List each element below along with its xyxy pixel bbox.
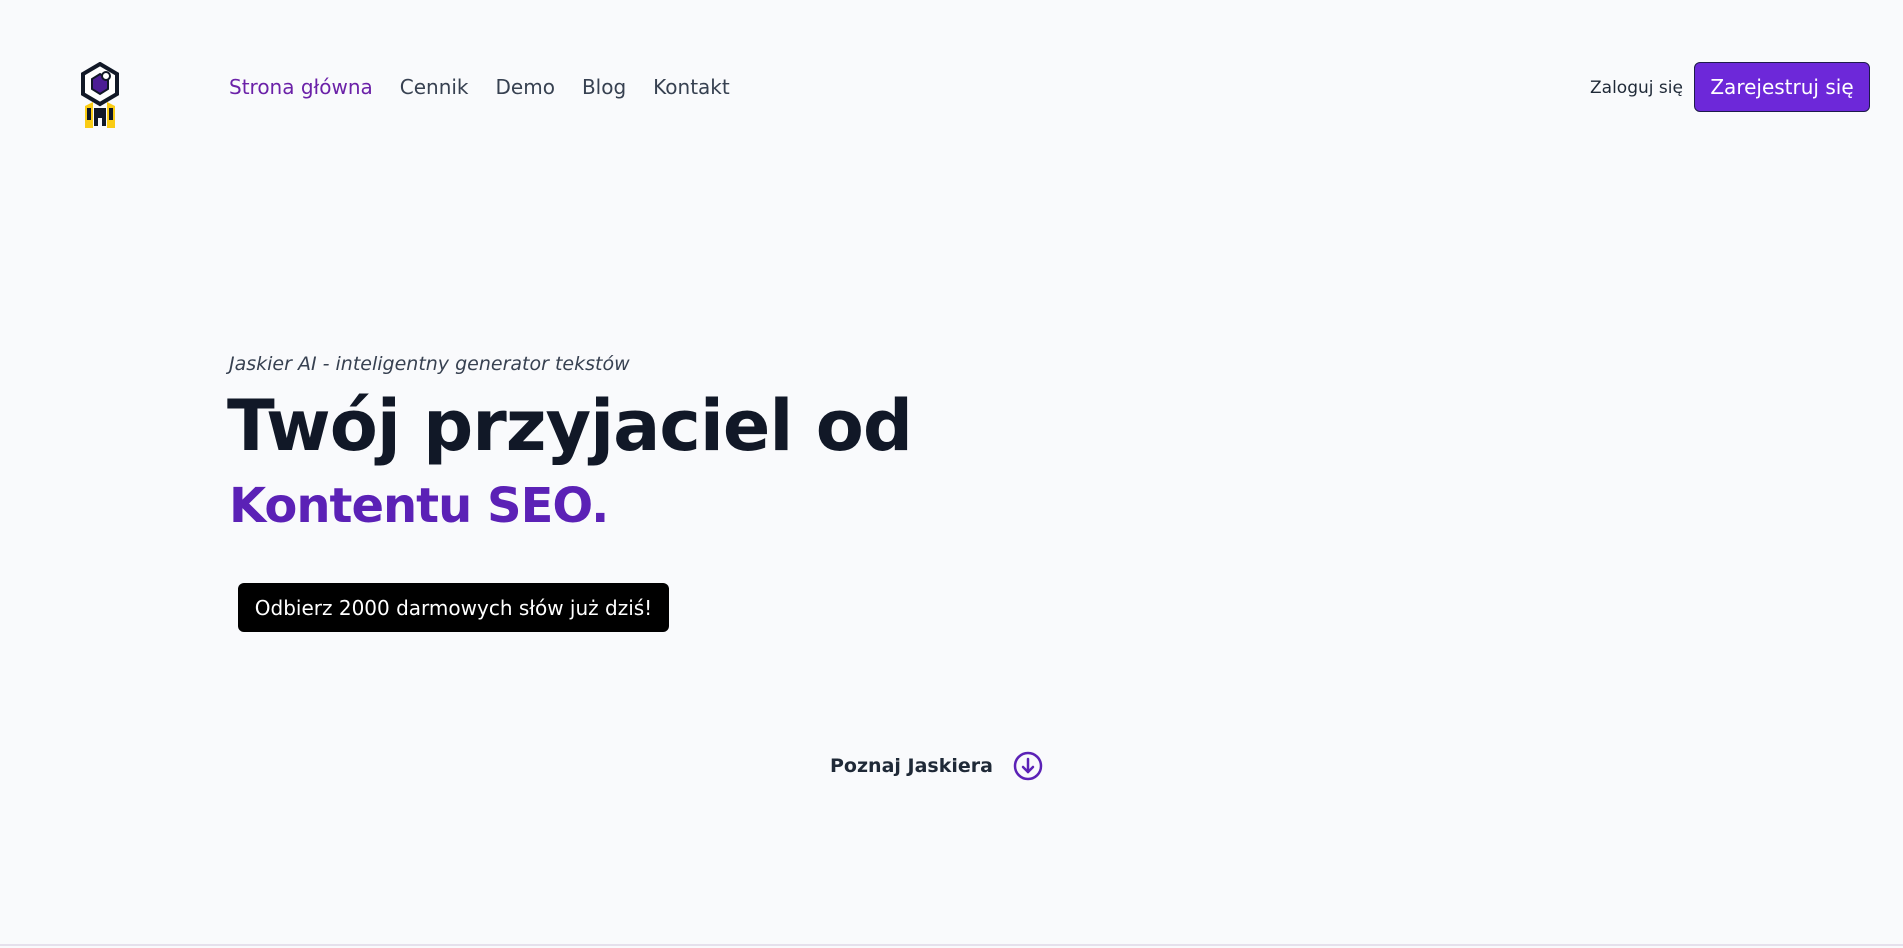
learn-more-link[interactable]: Poznaj Jaskiera bbox=[830, 751, 1043, 781]
nav-item-blog[interactable]: Blog bbox=[582, 74, 626, 100]
nav-item-contact[interactable]: Kontakt bbox=[653, 74, 730, 100]
learn-more-label: Poznaj Jaskiera bbox=[830, 755, 993, 777]
landing-page: Strona główna Cennik Demo Blog Kontakt Z… bbox=[0, 0, 1903, 948]
arrow-down-circle-icon bbox=[1013, 751, 1043, 781]
bottom-divider bbox=[0, 944, 1903, 946]
hero-headline-accent: Kontentu SEO. bbox=[229, 478, 609, 534]
hero-tagline: Jaskier AI - inteligentny generator teks… bbox=[229, 353, 630, 375]
login-link[interactable]: Zaloguj się bbox=[1590, 77, 1683, 99]
main-nav: Strona główna Cennik Demo Blog Kontakt bbox=[229, 74, 757, 100]
register-button[interactable]: Zarejestruj się bbox=[1694, 62, 1870, 112]
free-words-cta-button[interactable]: Odbierz 2000 darmowych słów już dziś! bbox=[238, 583, 669, 632]
nav-item-demo[interactable]: Demo bbox=[496, 74, 555, 100]
nav-item-pricing[interactable]: Cennik bbox=[400, 74, 469, 100]
nav-item-home[interactable]: Strona główna bbox=[229, 74, 373, 100]
logo[interactable] bbox=[79, 61, 121, 132]
hexagon-rocket-logo-icon bbox=[81, 61, 119, 128]
hero-headline: Twój przyjaciel od bbox=[227, 385, 913, 467]
